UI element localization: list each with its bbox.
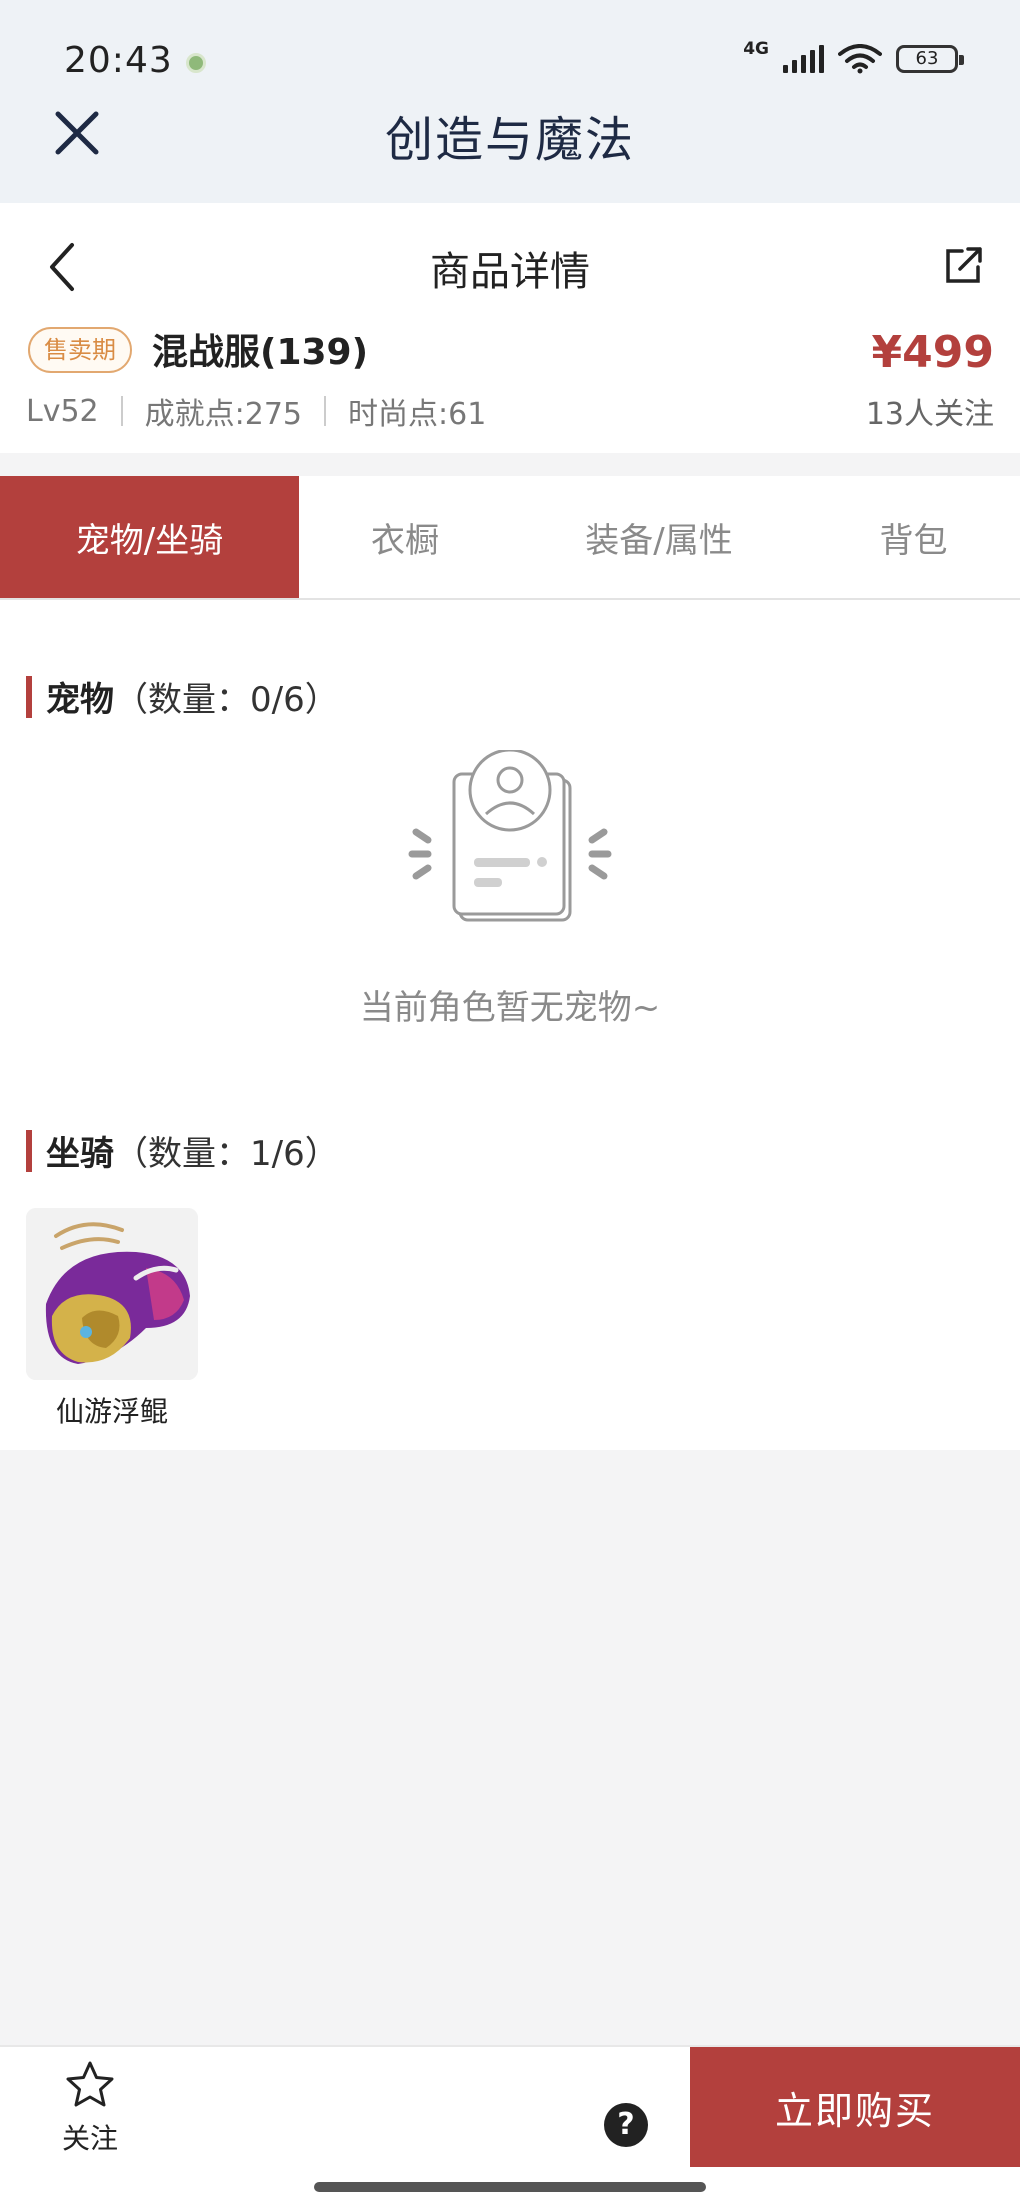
empty-profile-icon — [408, 750, 612, 922]
mounts-count: （数量：1/6） — [114, 1134, 339, 1174]
empty-pets-message: 当前角色暂无宠物~ — [359, 988, 661, 1028]
achievement-points: 成就点:275 — [144, 397, 303, 432]
level: Lv52 — [26, 393, 99, 429]
divider — [120, 396, 123, 426]
app-title: 创造与魔法 — [384, 112, 635, 168]
divider — [324, 396, 327, 426]
share-icon[interactable] — [942, 243, 986, 287]
tab-equipment[interactable]: 装备/属性 — [511, 476, 807, 598]
mounts-title: 坐骑 — [46, 1134, 114, 1174]
follow-button[interactable]: 关注 — [54, 2059, 126, 2157]
notification-icon — [186, 53, 206, 73]
fashion-points: 时尚点:61 — [348, 397, 487, 432]
section-marker — [26, 1129, 32, 1172]
tab-wardrobe[interactable]: 衣橱 — [299, 476, 511, 598]
pets-section-title: 宠物 （数量：0/6） — [26, 672, 339, 721]
sale-status-badge: 售卖期 — [28, 327, 132, 373]
pets-title: 宠物 — [46, 680, 114, 720]
character-stats: Lv52 成就点:275 时尚点:61 — [26, 389, 486, 433]
tab-backpack[interactable]: 背包 — [807, 476, 1020, 598]
mounts-section-title: 坐骑 （数量：1/6） — [26, 1126, 339, 1175]
mount-item[interactable]: 仙游浮鲲 — [26, 1208, 198, 1430]
product-header: 商品详情 售卖期 混战服(139) ¥499 Lv52 成就点:275 时尚点:… — [0, 203, 1020, 453]
pets-count: （数量：0/6） — [114, 680, 339, 720]
signal-icon — [783, 45, 824, 73]
help-icon[interactable]: ? — [604, 2103, 648, 2147]
mount-name: 仙游浮鲲 — [55, 1395, 168, 1428]
tab-bar: 宠物/坐骑 衣橱 装备/属性 背包 — [0, 476, 1020, 600]
home-indicator — [314, 2182, 706, 2192]
pets-mounts-panel: 宠物 （数量：0/6） 当前角色暂无宠物~ 坐骑 （数量：1/6） 仙游浮鲲 — [0, 600, 1020, 1450]
status-time: 20:43 — [64, 40, 173, 81]
page-title: 商品详情 — [430, 249, 590, 295]
server-name: 混战服(139) — [152, 332, 369, 373]
status-indicators: 4G 63 — [743, 39, 964, 74]
wifi-icon — [838, 44, 882, 74]
section-marker — [26, 675, 32, 718]
buy-now-button[interactable]: 立即购买 — [690, 2047, 1020, 2167]
tab-pets-mounts[interactable]: 宠物/坐骑 — [0, 476, 299, 598]
network-type: 4G — [743, 39, 769, 59]
top-header: 20:43 4G 63 创造与魔法 — [0, 0, 1020, 203]
price: ¥499 — [871, 327, 994, 378]
mount-image — [26, 1208, 198, 1380]
follow-label: 关注 — [61, 2122, 118, 2155]
star-icon — [66, 2061, 114, 2107]
follower-count: 13人关注 — [865, 397, 994, 432]
battery-icon: 63 — [896, 45, 964, 73]
